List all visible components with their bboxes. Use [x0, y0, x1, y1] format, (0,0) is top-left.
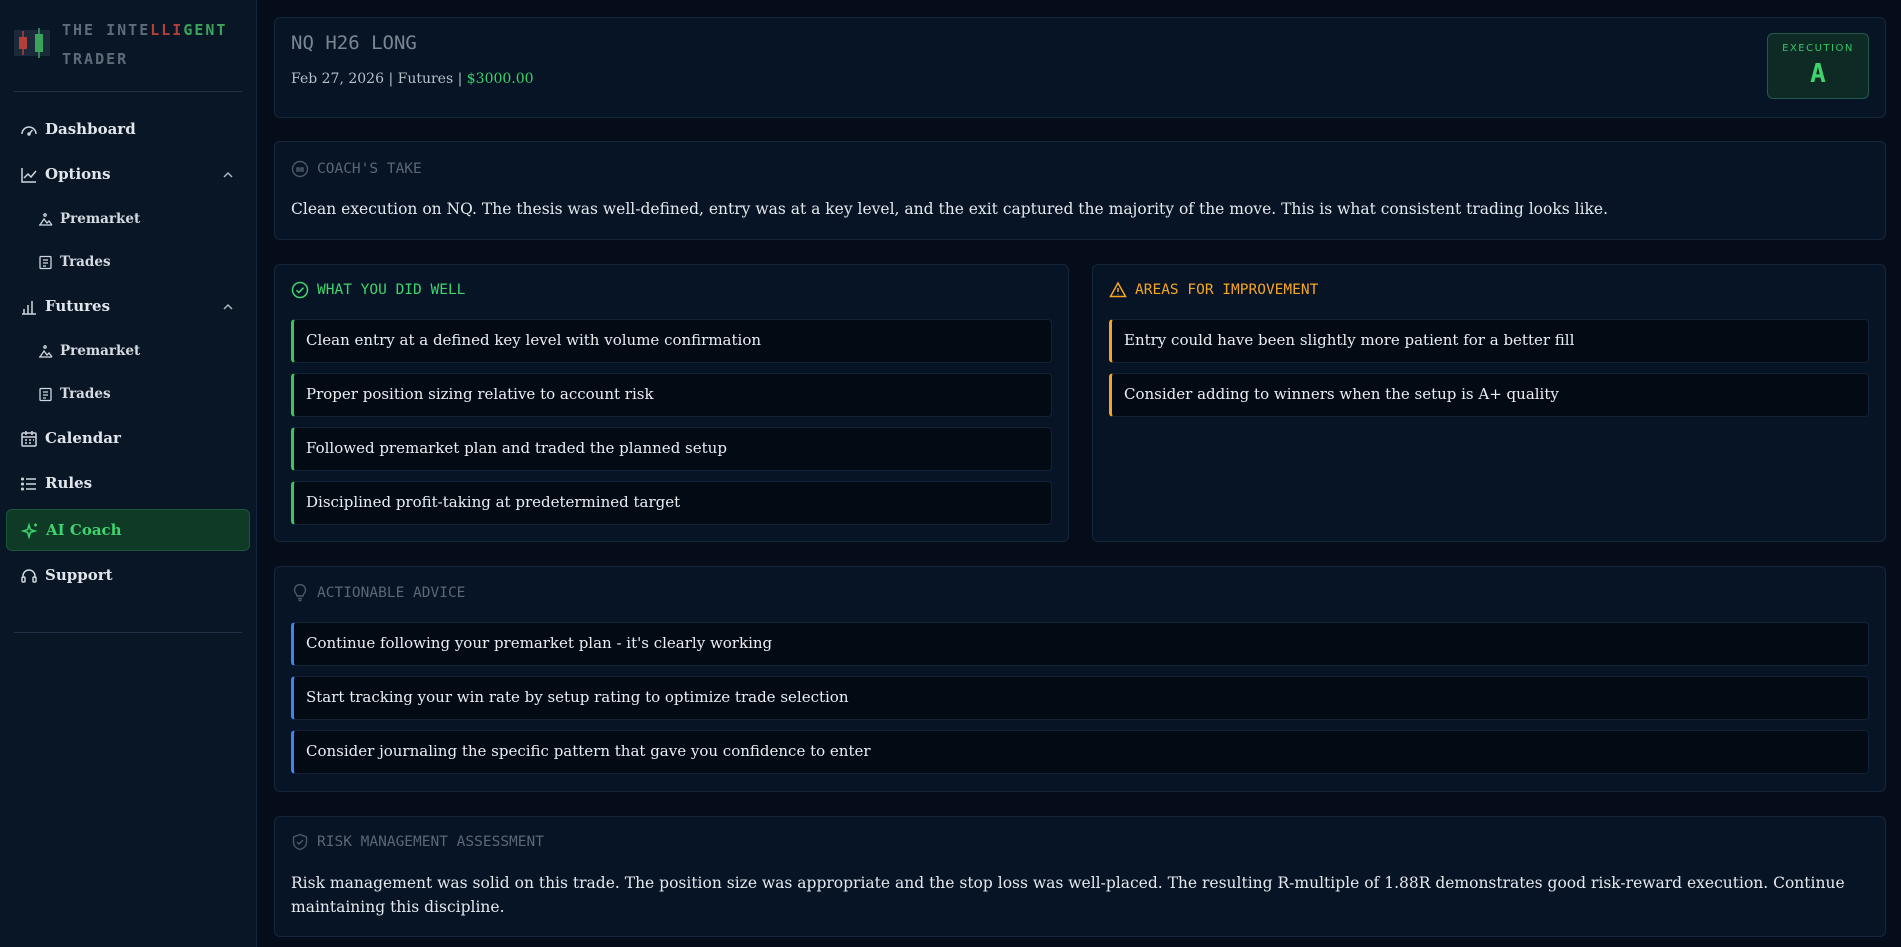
sidebar-item-futures[interactable]: Futures [6, 286, 250, 328]
sidebar-item-support[interactable]: Support [6, 555, 250, 597]
list-item: Entry could have been slightly more pati… [1109, 319, 1869, 363]
calendar-icon [21, 431, 37, 447]
line-chart-icon [21, 168, 37, 183]
list-item-text: Consider journaling the specific pattern… [306, 742, 871, 760]
trade-meta: Feb 27, 2026 | Futures | $3000.00 [291, 71, 534, 87]
sidebar-item-futures-trades[interactable]: Trades [6, 374, 250, 416]
list-item: Start tracking your win rate by setup ra… [291, 676, 1869, 720]
list-item: Consider adding to winners when the setu… [1109, 373, 1869, 417]
lightbulb-icon [293, 584, 307, 602]
trade-meta-text: Feb 27, 2026 | Futures | [291, 71, 467, 87]
brand-text-part: GENT [183, 21, 228, 39]
improvement-card: Areas for Improvement Entry could have b… [1092, 264, 1886, 542]
document-icon [39, 255, 52, 270]
shield-icon [292, 833, 308, 851]
sparkles-icon [21, 522, 38, 540]
section-title: Areas for Improvement [1135, 282, 1319, 298]
list-item: Followed premarket plan and traded the p… [291, 427, 1052, 471]
sidebar-item-label: Futures [45, 297, 111, 315]
headset-icon [21, 569, 37, 583]
candlestick-logo-icon [14, 28, 50, 58]
sidebar-item-label: AI Coach [46, 521, 122, 539]
section-title: Coach's Take [317, 161, 422, 177]
document-icon [39, 387, 52, 402]
sidebar-item-options-premarket[interactable]: Premarket [6, 199, 250, 241]
list-item-text: Consider adding to winners when the setu… [1124, 385, 1559, 403]
list-item: Clean entry at a defined key level with … [291, 319, 1052, 363]
check-circle-icon [291, 281, 309, 299]
chevron-up-icon [223, 171, 233, 178]
did-well-card: What You Did Well Clean entry at a defin… [274, 264, 1069, 542]
sidebar-item-label: Rules [45, 474, 93, 492]
list-item-text: Followed premarket plan and traded the p… [306, 439, 727, 457]
list-item-text: Disciplined profit-taking at predetermin… [306, 493, 681, 511]
list-item: Disciplined profit-taking at predetermin… [291, 481, 1052, 525]
brand-text-part: THE INTE [62, 21, 151, 39]
brand-name: THE INTELLIGENT TRADER [62, 16, 227, 74]
execution-grade-badge: EXECUTION A [1767, 33, 1869, 99]
sidebar-divider [14, 632, 242, 633]
sidebar-item-label: Options [45, 165, 111, 183]
bar-chart-icon [22, 301, 36, 315]
list-item-text: Clean entry at a defined key level with … [306, 331, 762, 349]
brand-text-part: TRADER [62, 50, 129, 68]
gauge-icon [21, 126, 37, 136]
list-item-text: Entry could have been slightly more pati… [1124, 331, 1575, 349]
grade-label: EXECUTION [1782, 43, 1854, 54]
sidebar-item-label: Trades [60, 386, 111, 402]
list-item: Continue following your premarket plan -… [291, 622, 1869, 666]
sidebar: THE INTELLIGENT TRADER Dashboard Options… [0, 0, 257, 947]
list-item: Proper position sizing relative to accou… [291, 373, 1052, 417]
list-item: Consider journaling the specific pattern… [291, 730, 1869, 774]
sidebar-item-options[interactable]: Options [6, 154, 250, 196]
coach-take-text: Clean execution on NQ. The thesis was we… [291, 200, 1609, 218]
mountain-icon [39, 213, 53, 226]
list-item-text: Proper position sizing relative to accou… [306, 385, 654, 403]
sidebar-item-label: Trades [60, 254, 111, 270]
sidebar-item-calendar[interactable]: Calendar [6, 418, 250, 460]
coach-take-card: Coach's Take Clean execution on NQ. The … [274, 141, 1886, 240]
mountain-icon [39, 345, 53, 358]
sidebar-item-label: Support [45, 566, 113, 584]
trade-amount: $3000.00 [466, 71, 534, 87]
chevron-up-icon [223, 303, 233, 310]
brand-text-part: LLI [150, 21, 184, 39]
chat-quote-icon [291, 160, 309, 178]
sidebar-item-label: Premarket [60, 211, 141, 227]
sidebar-item-label: Dashboard [45, 120, 136, 138]
sidebar-item-ai-coach[interactable]: AI Coach [6, 509, 250, 551]
trade-title: NQ H26 LONG [291, 32, 417, 54]
sidebar-divider [14, 91, 242, 92]
risk-card: Risk Management Assessment Risk manageme… [274, 816, 1886, 937]
sidebar-item-label: Calendar [45, 429, 121, 447]
sidebar-item-options-trades[interactable]: Trades [6, 242, 250, 284]
sidebar-item-rules[interactable]: Rules [6, 463, 250, 505]
warning-triangle-icon [1109, 281, 1127, 298]
brand-logo[interactable]: THE INTELLIGENT TRADER [14, 16, 244, 68]
advice-card: Actionable Advice Continue following you… [274, 566, 1886, 792]
sidebar-item-label: Premarket [60, 343, 141, 359]
sidebar-item-futures-premarket[interactable]: Premarket [6, 331, 250, 373]
section-title: Risk Management Assessment [317, 834, 544, 850]
section-title: What You Did Well [317, 282, 466, 298]
risk-text: Risk management was solid on this trade.… [291, 874, 1845, 916]
list-item-text: Continue following your premarket plan -… [306, 634, 773, 652]
list-item-text: Start tracking your win rate by setup ra… [306, 688, 849, 706]
trade-header-card: NQ H26 LONG Feb 27, 2026 | Futures | $30… [274, 17, 1886, 118]
list-icon [20, 477, 36, 491]
sidebar-item-dashboard[interactable]: Dashboard [6, 109, 250, 151]
section-title: Actionable Advice [317, 585, 466, 601]
grade-value: A [1810, 59, 1826, 89]
